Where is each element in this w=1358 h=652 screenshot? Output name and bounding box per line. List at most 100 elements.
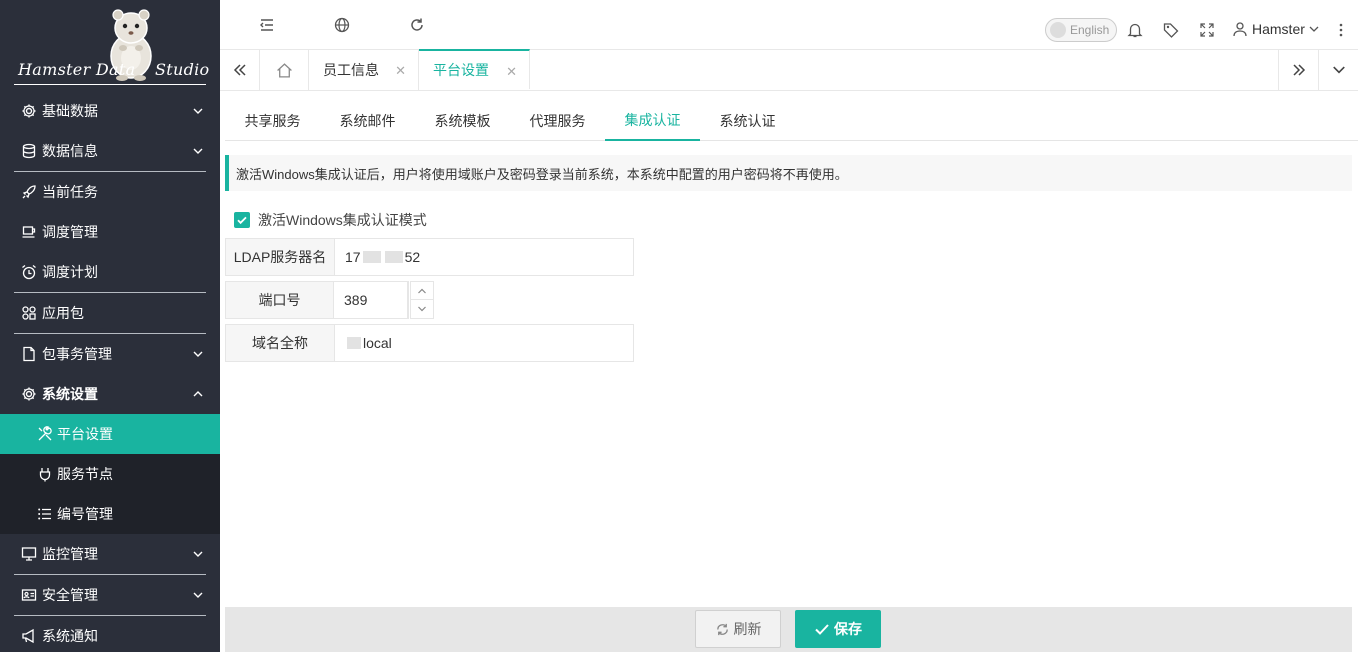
decrement-button[interactable]: [411, 300, 433, 318]
page-tabs-bar: 员工信息 ✕ 平台设置 ✕: [220, 49, 1358, 91]
user-name: Hamster: [1252, 21, 1305, 37]
submenu-system-settings: 平台设置 服务节点 编号管理: [0, 414, 220, 534]
sidebar-item-label: 当前任务: [42, 184, 98, 200]
sidebar-subitem-label: 编号管理: [57, 506, 113, 522]
port-field: 端口号 389: [225, 281, 434, 319]
tab-label: 系统认证: [719, 112, 776, 129]
toggle-knob: [1050, 22, 1066, 38]
refresh-button[interactable]: 刷新: [695, 610, 781, 648]
ldap-server-input[interactable]: 17 52: [335, 239, 633, 275]
notice-text: 激活Windows集成认证后，用户将使用域账户及密码登录当前系统，本系统中配置的…: [236, 166, 848, 182]
tab-label: 集成认证: [624, 111, 681, 128]
tag-icon[interactable]: [1163, 22, 1179, 38]
language-toggle[interactable]: English: [1045, 18, 1117, 42]
windows-auth-checkbox-row[interactable]: 激活Windows集成认证模式: [234, 210, 427, 230]
tools-icon: [36, 426, 53, 443]
double-chevron-left-icon: [233, 64, 246, 76]
sidebar-item-schedule-plan[interactable]: 调度计划: [0, 252, 220, 292]
tabs-scroll-right-button[interactable]: [1278, 50, 1318, 90]
tab-integrated-auth[interactable]: 集成认证: [605, 100, 700, 141]
sidebar-item-monitoring[interactable]: 监控管理: [0, 534, 220, 574]
sidebar-item-system-settings[interactable]: 系统设置: [0, 374, 220, 414]
logo-text-left: Hamster Data: [18, 60, 136, 79]
action-footer: 刷新 保存: [225, 607, 1352, 652]
database-icon: [20, 143, 37, 160]
refresh-icon[interactable]: [409, 17, 425, 33]
sidebar-item-schedule-mgmt[interactable]: 调度管理: [0, 212, 220, 252]
checkbox-label: 激活Windows集成认证模式: [258, 212, 427, 228]
sidebar-subitem-label: 服务节点: [57, 466, 113, 482]
chevron-up-icon: [418, 288, 426, 293]
sidebar-subitem-service-nodes[interactable]: 服务节点: [0, 454, 220, 494]
globe-icon[interactable]: [334, 17, 350, 33]
sidebar-item-security[interactable]: 安全管理: [0, 575, 220, 615]
ldap-server-field: LDAP服务器名 17 52: [225, 238, 634, 276]
apps-icon: [20, 305, 37, 322]
settings-tabs: 共享服务 系统邮件 系统模板 代理服务 集成认证 系统认证: [225, 100, 1358, 141]
domain-label: 域名全称: [226, 325, 335, 361]
sidebar-item-label: 安全管理: [42, 587, 98, 603]
domain-value-end: local: [363, 335, 392, 351]
plug-icon: [36, 466, 53, 483]
sidebar-item-notifications[interactable]: 系统通知: [0, 616, 220, 652]
save-button[interactable]: 保存: [795, 610, 881, 648]
tabs-scroll-left-button[interactable]: [220, 50, 260, 90]
info-notice: 激活Windows集成认证后，用户将使用域账户及密码登录当前系统，本系统中配置的…: [225, 155, 1352, 191]
tab-system-auth[interactable]: 系统认证: [700, 100, 795, 141]
sidebar-item-label: 数据信息: [42, 143, 98, 159]
sidebar-subitem-numbering[interactable]: 编号管理: [0, 494, 220, 534]
logo: Hamster Data Studio: [0, 0, 220, 88]
sidebar-item-label: 监控管理: [42, 546, 98, 562]
tab-platform-settings[interactable]: 平台设置 ✕: [419, 49, 530, 89]
chevron-down-icon: [193, 351, 203, 357]
save-label: 保存: [834, 621, 862, 637]
user-menu[interactable]: Hamster: [1232, 21, 1320, 37]
ldap-value-end: 52: [404, 249, 421, 265]
tab-label: 系统邮件: [339, 112, 396, 129]
alarm-icon: [20, 264, 37, 281]
sidebar-item-label: 调度管理: [42, 224, 98, 240]
close-icon[interactable]: ✕: [395, 63, 406, 79]
sidebar-item-current-tasks[interactable]: 当前任务: [0, 172, 220, 212]
sidebar-subitem-label: 平台设置: [57, 426, 113, 442]
tab-shared-services[interactable]: 共享服务: [225, 100, 320, 141]
home-tab[interactable]: [260, 50, 309, 90]
check-icon: [237, 216, 247, 225]
tab-system-mail[interactable]: 系统邮件: [320, 100, 415, 141]
sidebar-item-base-data[interactable]: 基础数据: [0, 91, 220, 131]
chevron-down-icon: [193, 108, 203, 114]
monitor-icon: [20, 546, 37, 563]
sidebar-item-data-info[interactable]: 数据信息: [0, 131, 220, 171]
more-vertical-icon[interactable]: [1333, 22, 1349, 38]
domain-field: 域名全称 local: [225, 324, 634, 362]
chevron-up-icon: [193, 391, 203, 397]
close-icon[interactable]: ✕: [506, 64, 517, 80]
top-bar: English Hamster: [220, 0, 1358, 50]
domain-input[interactable]: local: [335, 325, 633, 361]
tabs-dropdown-button[interactable]: [1318, 50, 1358, 90]
chevron-down-icon: [193, 592, 203, 598]
collapse-menu-icon[interactable]: [259, 17, 275, 33]
chevron-down-icon: [193, 551, 203, 557]
sidebar-item-label: 系统设置: [42, 386, 98, 402]
user-icon: [1233, 22, 1247, 37]
tab-employee-info[interactable]: 员工信息 ✕: [309, 50, 419, 90]
tab-label: 员工信息: [323, 62, 379, 78]
sidebar-item-package-tx[interactable]: 包事务管理: [0, 334, 220, 374]
id-card-icon: [20, 587, 37, 604]
refresh-label: 刷新: [733, 621, 762, 637]
increment-button[interactable]: [411, 282, 433, 300]
megaphone-icon: [20, 628, 37, 645]
refresh-icon: [716, 623, 728, 635]
tab-label: 系统模板: [434, 112, 491, 129]
redacted-block: [362, 251, 381, 263]
sidebar-item-app-package[interactable]: 应用包: [0, 293, 220, 333]
tab-proxy-service[interactable]: 代理服务: [510, 100, 605, 141]
tab-system-templates[interactable]: 系统模板: [415, 100, 510, 141]
port-input[interactable]: 389: [334, 282, 408, 318]
bell-icon[interactable]: [1127, 22, 1143, 38]
sidebar-item-label: 系统通知: [42, 628, 98, 644]
windows-auth-checkbox[interactable]: [234, 212, 250, 228]
fullscreen-icon[interactable]: [1199, 22, 1215, 38]
sidebar-subitem-platform-settings[interactable]: 平台设置: [0, 414, 220, 454]
